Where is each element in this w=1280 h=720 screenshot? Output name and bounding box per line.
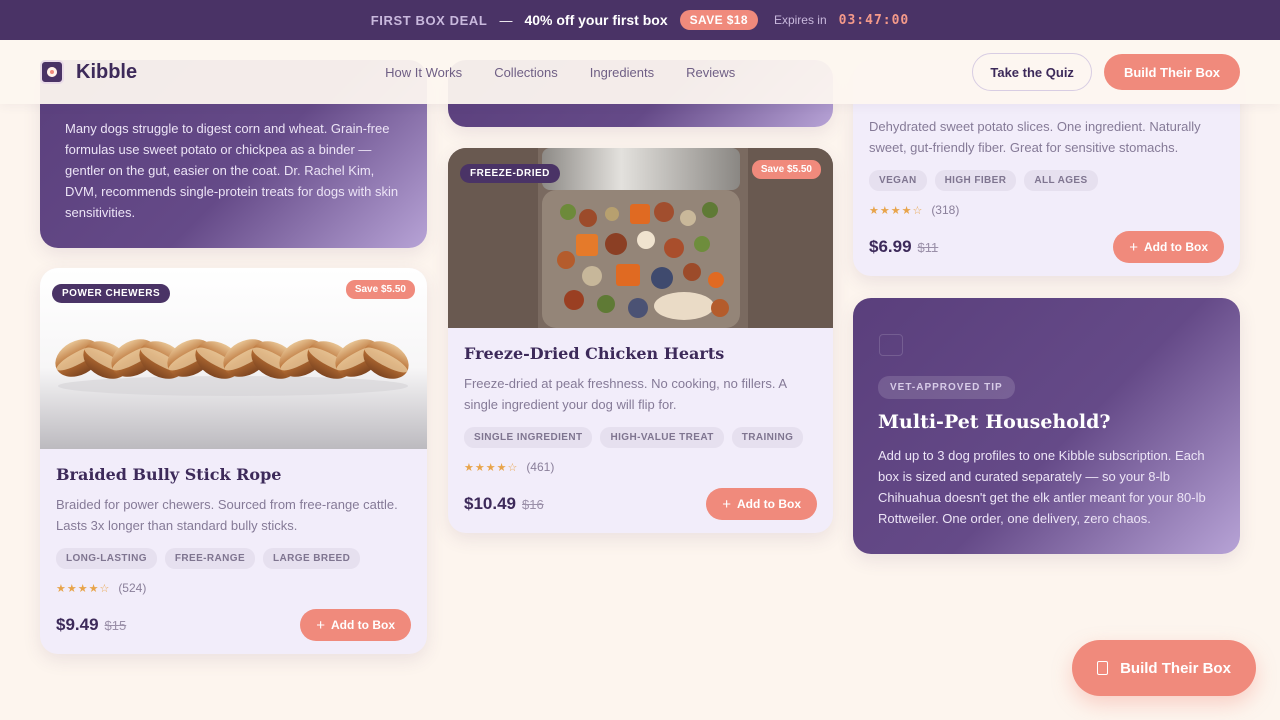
product-badge: POWER CHEWERS <box>52 284 171 303</box>
rating-stars-icon: ★★★★☆ <box>464 461 519 474</box>
header-actions: Take the Quiz Build Their Box <box>972 53 1240 91</box>
product-tag: LONG-LASTING <box>56 548 157 569</box>
take-quiz-button[interactable]: Take the Quiz <box>972 53 1092 91</box>
product-old-price: $11 <box>917 239 939 255</box>
product-title[interactable]: Braided Bully Stick Rope <box>56 465 411 484</box>
add-to-box-button[interactable]: + Add to Box <box>706 488 817 520</box>
rating-stars-icon: ★★★★☆ <box>56 582 111 595</box>
add-to-box-label: Add to Box <box>331 618 395 632</box>
logo-text: Kibble <box>76 60 138 83</box>
product-tag: LARGE BREED <box>263 548 361 569</box>
product-tag: HIGH-VALUE TREAT <box>600 427 724 448</box>
nav-ingredients[interactable]: Ingredients <box>590 65 654 80</box>
product-tags: SINGLE INGREDIENT HIGH-VALUE TREAT TRAIN… <box>464 427 817 448</box>
product-rating: ★★★★☆ (461) <box>464 460 817 474</box>
box-icon <box>1097 661 1109 675</box>
promo-countdown-timer: 03:47:00 <box>838 12 910 28</box>
product-old-price: $16 <box>522 496 544 512</box>
product-description: Braided for power chewers. Sourced from … <box>56 497 398 533</box>
product-image-bully-stick: POWER CHEWERS Save $5.50 <box>40 268 427 449</box>
product-tag: HIGH FIBER <box>934 170 1017 191</box>
build-box-button[interactable]: Build Their Box <box>1103 54 1240 90</box>
promo-expires-label: Expires in <box>773 13 827 27</box>
review-count: (461) <box>526 460 555 474</box>
product-card-bully-stick[interactable]: POWER CHEWERS Save $5.50 Braided Bully S… <box>40 268 427 654</box>
price-row: $6.99 $11 + Add to Box <box>869 231 1224 263</box>
product-price: $6.99 <box>869 237 912 256</box>
product-card-body: Freeze-Dried Chicken Hearts Freeze-dried… <box>448 328 833 520</box>
fab-label: Build Their Box <box>1120 659 1231 677</box>
product-card-body: Braided Bully Stick Rope Braided for pow… <box>40 449 427 641</box>
product-tags: VEGAN HIGH FIBER ALL AGES <box>869 170 1224 191</box>
plus-icon: + <box>1129 238 1138 256</box>
review-count: (524) <box>118 581 147 595</box>
price-row: $9.49 $15 + Add to Box <box>56 609 411 641</box>
product-rating: ★★★★☆ (524) <box>56 581 411 595</box>
product-card-chicken-hearts[interactable]: FREEZE-DRIED Save $5.50 Freeze-Dried Chi… <box>448 148 833 533</box>
product-description: Dehydrated sweet potato slices. One ingr… <box>869 119 1201 155</box>
tip-badge: VET-APPROVED TIP <box>878 376 1015 399</box>
product-price: $10.49 <box>464 494 516 513</box>
paw-icon <box>879 334 903 356</box>
product-title[interactable]: Freeze-Dried Chicken Hearts <box>464 344 817 363</box>
kibble-logo-icon <box>40 60 64 84</box>
product-description: Freeze-dried at peak freshness. No cooki… <box>464 376 787 412</box>
product-badge: FREEZE-DRIED <box>460 164 560 183</box>
rating-stars-icon: ★★★★☆ <box>869 204 924 217</box>
add-to-box-button[interactable]: + Add to Box <box>1113 231 1224 263</box>
promo-separator: — <box>499 12 513 28</box>
promo-bar: FIRST BOX DEAL — 40% off your first box … <box>0 0 1280 40</box>
review-count: (318) <box>931 203 960 217</box>
product-tag: FREE-RANGE <box>164 548 256 569</box>
add-to-box-button[interactable]: + Add to Box <box>300 609 411 641</box>
promo-save-badge: SAVE $18 <box>679 10 758 30</box>
logo-link[interactable]: Kibble <box>40 60 137 84</box>
tip-card-multi-pet: VET-APPROVED TIP Multi-Pet Household? Ad… <box>853 298 1240 554</box>
product-tag: SINGLE INGREDIENT <box>464 427 593 448</box>
tip-text: Add up to 3 dog profiles to one Kibble s… <box>878 448 1206 526</box>
price-row: $10.49 $16 + Add to Box <box>464 488 817 520</box>
add-to-box-label: Add to Box <box>1144 240 1208 254</box>
tip-title: Multi-Pet Household? <box>878 411 1111 433</box>
tip-card-text: Many dogs struggle to digest corn and wh… <box>65 121 399 220</box>
floating-build-box-button[interactable]: Build Their Box <box>1072 640 1256 696</box>
product-tag: TRAINING <box>731 427 804 448</box>
product-tag: ALL AGES <box>1024 170 1098 191</box>
nav-collections[interactable]: Collections <box>494 65 558 80</box>
product-price: $9.49 <box>56 615 99 634</box>
product-tags: LONG-LASTING FREE-RANGE LARGE BREED <box>56 548 411 569</box>
nav-reviews[interactable]: Reviews <box>686 65 735 80</box>
plus-icon: + <box>722 495 731 513</box>
add-to-box-label: Add to Box <box>737 497 801 511</box>
product-rating: ★★★★☆ (318) <box>869 203 1224 217</box>
promo-offer: 40% off your first box <box>524 12 668 28</box>
product-tag: VEGAN <box>869 170 927 191</box>
product-save-badge: Save $5.50 <box>751 160 821 179</box>
product-old-price: $15 <box>104 617 127 633</box>
product-image-chicken-hearts: FREEZE-DRIED Save $5.50 <box>448 148 833 328</box>
plus-icon: + <box>316 616 325 634</box>
site-header: Kibble How It Works Collections Ingredie… <box>0 40 1280 104</box>
promo-deal-label: FIRST BOX DEAL <box>370 12 488 28</box>
nav-how-it-works[interactable]: How It Works <box>385 65 462 80</box>
product-save-badge: Save $5.50 <box>345 280 415 299</box>
main-nav: How It Works Collections Ingredients Rev… <box>385 65 735 80</box>
